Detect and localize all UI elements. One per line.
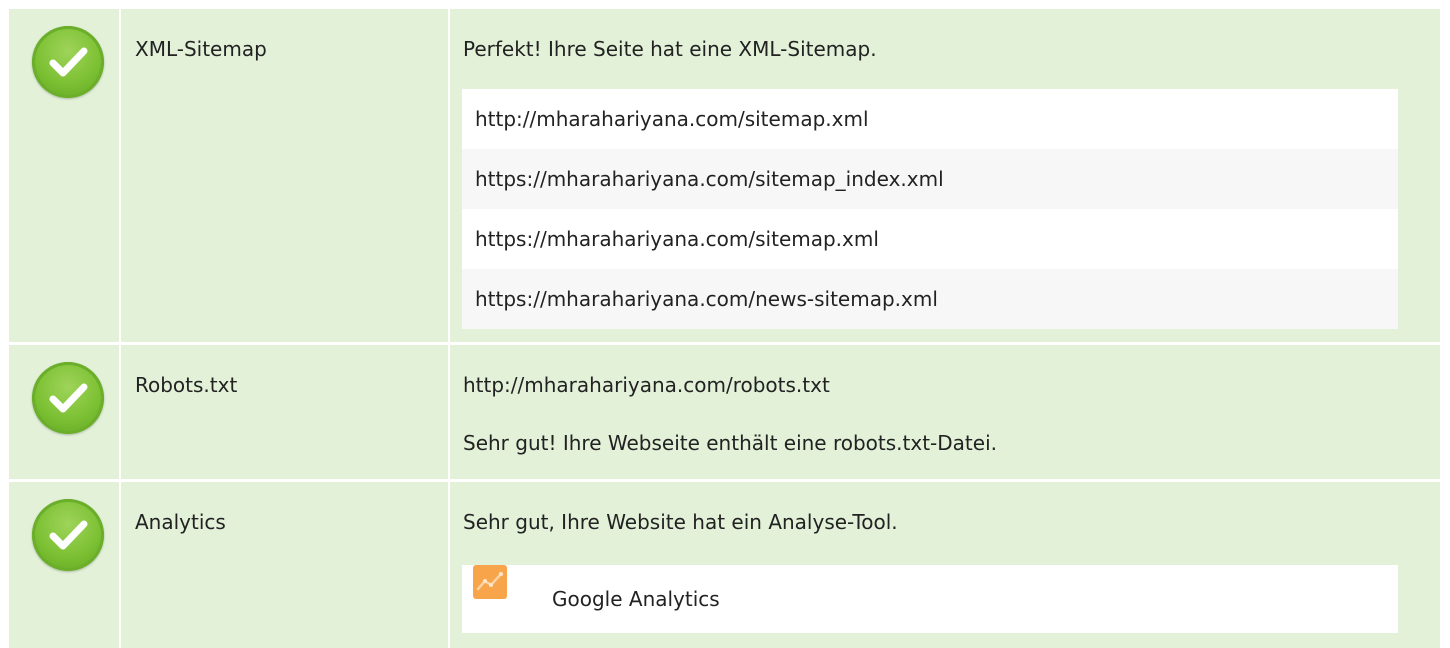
robots-url[interactable]: http://mharahariyana.com/robots.txt	[463, 371, 830, 399]
sitemap-list: http://mharahariyana.com/sitemap.xml htt…	[462, 89, 1398, 329]
result-cell: Perfekt! Ihre Seite hat eine XML-Sitemap…	[450, 9, 1440, 342]
sitemap-url[interactable]: https://mharahariyana.com/sitemap_index.…	[462, 149, 1398, 209]
result-message: Perfekt! Ihre Seite hat eine XML-Sitemap…	[463, 37, 877, 61]
check-name-cell: Robots.txt	[121, 345, 448, 479]
row-robots-txt: Robots.txt http://mharahariyana.com/robo…	[0, 345, 1450, 479]
check-name: Analytics	[135, 510, 226, 534]
row-analytics: Analytics Sehr gut, Ihre Website hat ein…	[0, 482, 1450, 648]
row-xml-sitemap: XML-Sitemap Perfekt! Ihre Seite hat eine…	[0, 9, 1450, 342]
check-icon	[32, 26, 104, 98]
check-icon	[32, 499, 104, 571]
check-name-cell: XML-Sitemap	[121, 9, 448, 342]
check-icon	[32, 362, 104, 434]
sitemap-url[interactable]: https://mharahariyana.com/news-sitemap.x…	[462, 269, 1398, 329]
result-message: Sehr gut! Ihre Webseite enthält eine rob…	[463, 431, 997, 455]
result-cell: Sehr gut, Ihre Website hat ein Analyse-T…	[450, 482, 1440, 648]
result-message: Sehr gut, Ihre Website hat ein Analyse-T…	[463, 510, 898, 534]
analytics-tool-item: Google Analytics	[462, 565, 1398, 633]
check-name-cell: Analytics	[121, 482, 448, 648]
analytics-tool-name: Google Analytics	[552, 587, 720, 611]
status-cell	[9, 9, 119, 342]
result-cell: http://mharahariyana.com/robots.txt Sehr…	[450, 345, 1440, 479]
check-name: Robots.txt	[135, 373, 238, 397]
sitemap-url[interactable]: https://mharahariyana.com/sitemap.xml	[462, 209, 1398, 269]
status-cell	[9, 482, 119, 648]
google-analytics-icon	[473, 565, 507, 599]
sitemap-url[interactable]: http://mharahariyana.com/sitemap.xml	[462, 89, 1398, 149]
status-cell	[9, 345, 119, 479]
check-name: XML-Sitemap	[135, 37, 267, 61]
